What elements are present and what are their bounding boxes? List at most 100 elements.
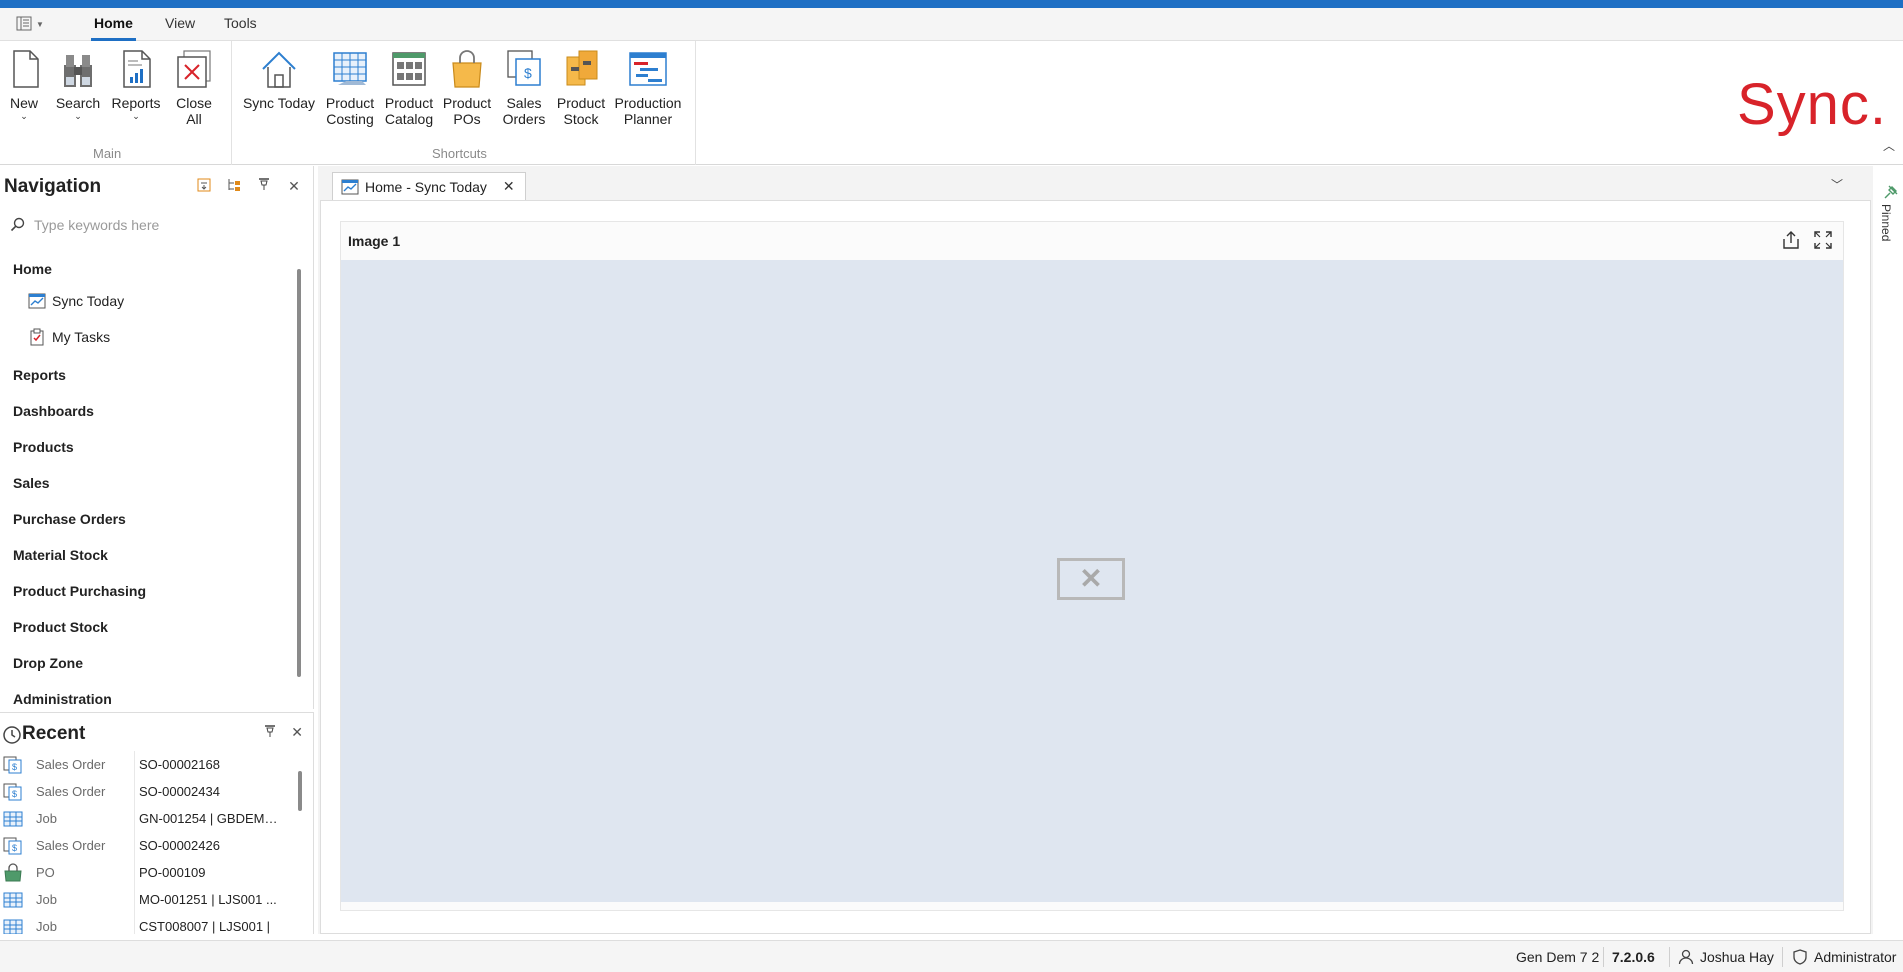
recent-row[interactable]: Job GN-001254 | GBDEMO... <box>0 805 290 832</box>
nav-item-sync-today[interactable]: Sync Today <box>28 293 124 309</box>
nav-group-drop-zone[interactable]: Drop Zone <box>13 655 83 671</box>
chevron-down-icon: ⌄ <box>74 111 82 121</box>
dashboard-chart-icon <box>28 293 46 309</box>
product-catalog-shortcut[interactable]: Product Catalog <box>384 47 434 127</box>
close-all-button-label: Close All <box>176 95 212 127</box>
recent-type: Sales Order <box>36 838 106 853</box>
close-icon[interactable]: ✕ <box>291 724 303 741</box>
pinned-side-tab[interactable]: Pinned <box>1873 166 1903 266</box>
navigation-search-input[interactable] <box>34 217 284 233</box>
nav-item-label: Sync Today <box>52 293 125 309</box>
production-planner-shortcut-label: Production Planner <box>614 95 682 127</box>
document-tab-sync-today[interactable]: Home - Sync Today ✕ <box>332 172 526 200</box>
product-stock-shortcut[interactable]: Product Stock <box>556 47 606 127</box>
close-icon[interactable]: ✕ <box>503 178 515 195</box>
sales-orders-shortcut[interactable]: $ Sales Orders <box>500 47 548 127</box>
job-icon <box>3 892 23 907</box>
recent-row[interactable]: Job MO-001251 | LJS001 ... <box>0 886 290 913</box>
document-tab-label: Home - Sync Today <box>365 178 487 195</box>
reports-button-label: Reports <box>111 95 161 111</box>
status-user[interactable]: Joshua Hay <box>1678 949 1774 965</box>
job-icon <box>3 811 23 826</box>
image-card-actions <box>1781 230 1833 250</box>
stock-boxes-icon <box>566 50 598 86</box>
tab-home[interactable]: Home <box>91 15 136 41</box>
home-icon <box>262 51 296 88</box>
pin-icon[interactable] <box>255 177 273 195</box>
recent-row[interactable]: Job CST008007 | LJS001 | <box>0 913 290 934</box>
ribbon-group-divider <box>231 41 232 165</box>
recent-row[interactable]: $ Sales Order SO-00002168 <box>0 751 290 778</box>
catalog-icon <box>392 52 426 86</box>
recent-row[interactable]: PO PO-000109 <box>0 859 290 886</box>
nav-group-material-stock[interactable]: Material Stock <box>13 547 108 563</box>
sync-today-shortcut-label: Sync Today <box>242 95 316 111</box>
user-role: Administrator <box>1814 949 1897 965</box>
chevron-down-icon[interactable]: ﹀ <box>1831 176 1843 193</box>
export-icon[interactable] <box>1781 230 1801 250</box>
sales-order-icon: $ <box>3 837 22 854</box>
collapse-ribbon-icon[interactable]: ︿ <box>1883 137 1895 154</box>
nav-group-product-purchasing[interactable]: Product Purchasing <box>13 583 146 599</box>
app-menu-button[interactable]: ▼ <box>16 14 46 34</box>
status-bar: Gen Dem 7 2 7.2.0.6 Joshua Hay Administr… <box>0 940 1903 972</box>
recent-title: Recent <box>22 723 86 744</box>
tab-view[interactable]: View <box>165 15 195 41</box>
ribbon-tab-bar: ▼ Home View Tools <box>0 8 1903 41</box>
recent-row[interactable]: $ Sales Order SO-00002426 <box>0 832 290 859</box>
po-icon <box>4 862 22 881</box>
search-button[interactable]: Search ⌄ <box>56 47 100 121</box>
dashboard-chart-icon <box>341 179 359 194</box>
tab-tools[interactable]: Tools <box>224 15 257 41</box>
reports-button[interactable]: Reports ⌄ <box>111 47 161 121</box>
nav-group-dashboards[interactable]: Dashboards <box>13 403 94 419</box>
new-button-label: New <box>9 95 38 111</box>
recent-type: Job <box>36 919 57 934</box>
nav-group-home[interactable]: Home <box>13 261 52 277</box>
binoculars-icon <box>64 55 92 87</box>
tree-view-icon[interactable] <box>225 177 243 195</box>
close-all-button[interactable]: Close All <box>174 47 214 127</box>
recent-type: Sales Order <box>36 784 106 799</box>
chevron-down-icon: ⌄ <box>20 111 28 121</box>
nav-group-reports[interactable]: Reports <box>13 367 66 383</box>
navigation-scrollbar[interactable] <box>297 269 301 677</box>
product-pos-shortcut[interactable]: Product POs <box>442 47 492 127</box>
recent-type: Job <box>36 811 57 826</box>
navigation-search <box>10 214 300 236</box>
search-button-label: Search <box>55 95 101 111</box>
svg-text:$: $ <box>12 843 17 853</box>
ribbon-group-divider <box>695 41 696 165</box>
navigation-title: Navigation <box>4 176 102 197</box>
clipboard-check-icon <box>30 328 44 346</box>
recent-id: SO-00002168 <box>134 751 282 778</box>
status-divider <box>1669 947 1670 967</box>
expand-all-icon[interactable] <box>195 177 213 195</box>
status-divider <box>1782 947 1783 967</box>
pin-icon[interactable] <box>263 724 277 741</box>
nav-item-label: My Tasks <box>52 329 111 345</box>
nav-group-purchase-orders[interactable]: Purchase Orders <box>13 511 126 527</box>
recent-id: GN-001254 | GBDEMO... <box>134 805 282 832</box>
close-icon[interactable]: ✕ <box>285 177 303 195</box>
version-number: 7.2.0.6 <box>1612 949 1655 965</box>
search-icon <box>10 217 25 232</box>
recent-id: SO-00002434 <box>134 778 282 805</box>
maximize-icon[interactable] <box>1813 230 1833 250</box>
recent-panel: Recent ✕ $ Sales Order SO-00002168 $ Sal… <box>0 712 314 934</box>
nav-group-products[interactable]: Products <box>13 439 74 455</box>
new-button[interactable]: New ⌄ <box>4 47 44 121</box>
chevron-down-icon: ⌄ <box>132 111 140 121</box>
nav-group-sales[interactable]: Sales <box>13 475 50 491</box>
nav-item-my-tasks[interactable]: My Tasks <box>28 328 110 346</box>
sync-today-shortcut[interactable]: Sync Today <box>242 47 316 111</box>
product-costing-shortcut[interactable]: Product Costing <box>324 47 376 127</box>
production-planner-shortcut[interactable]: Production Planner <box>614 47 682 127</box>
nav-group-administration[interactable]: Administration <box>13 691 112 707</box>
nav-group-product-stock[interactable]: Product Stock <box>13 619 108 635</box>
recent-row[interactable]: $ Sales Order SO-00002434 <box>0 778 290 805</box>
sales-order-icon: $ <box>3 756 22 773</box>
recent-scrollbar[interactable] <box>298 771 302 811</box>
product-pos-shortcut-label: Product POs <box>442 95 492 127</box>
status-role[interactable]: Administrator <box>1792 949 1896 965</box>
